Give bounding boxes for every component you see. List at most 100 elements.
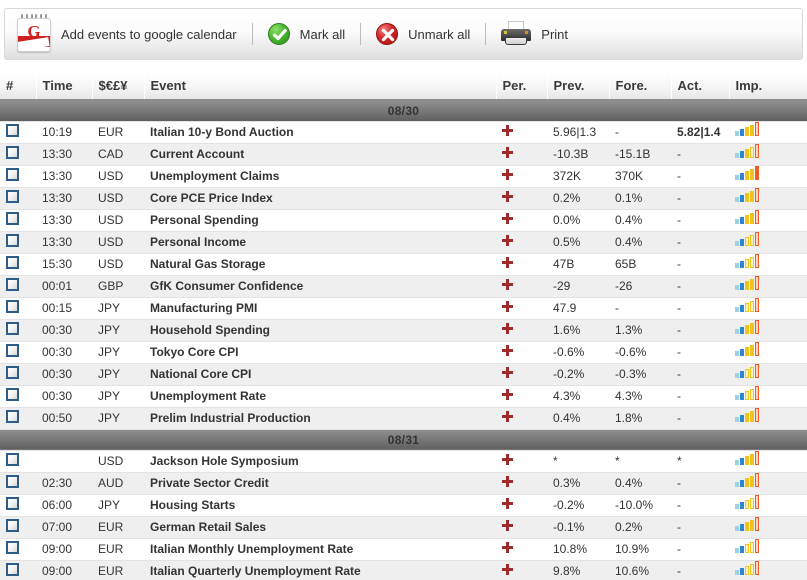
row-checkbox-cell[interactable]	[0, 450, 36, 473]
row-importance[interactable]	[729, 538, 807, 561]
row-checkbox[interactable]	[6, 410, 19, 423]
row-checkbox-cell[interactable]	[0, 560, 36, 580]
row-checkbox[interactable]	[6, 519, 19, 532]
plus-icon[interactable]	[502, 235, 513, 246]
row-checkbox-cell[interactable]	[0, 231, 36, 254]
header-currency[interactable]: $€£¥	[92, 72, 145, 101]
row-expand-cell[interactable]	[496, 516, 547, 539]
plus-icon[interactable]	[502, 345, 513, 356]
table-row[interactable]: 13:30 USD Core PCE Price Index 0.2% 0.1% -	[0, 187, 807, 210]
table-row[interactable]: 07:00 EUR German Retail Sales -0.1% 0.2% -	[0, 516, 807, 539]
row-event-name[interactable]: Natural Gas Storage	[144, 253, 496, 276]
row-checkbox-cell[interactable]	[0, 275, 36, 298]
row-event-name[interactable]: German Retail Sales	[144, 516, 496, 539]
header-act[interactable]: Act.	[671, 72, 730, 101]
table-row[interactable]: 13:30 USD Unemployment Claims 372K 370K -	[0, 165, 807, 188]
importance-indicator[interactable]	[735, 407, 760, 422]
row-expand-cell[interactable]	[496, 231, 547, 254]
row-checkbox-cell[interactable]	[0, 472, 36, 495]
row-expand-cell[interactable]	[496, 385, 547, 408]
header-imp[interactable]: Imp.	[729, 72, 807, 101]
row-checkbox[interactable]	[6, 190, 19, 203]
importance-indicator[interactable]	[735, 297, 760, 312]
table-row[interactable]: 13:30 CAD Current Account -10.3B -15.1B -	[0, 143, 807, 166]
row-expand-cell[interactable]	[496, 165, 547, 188]
row-checkbox-cell[interactable]	[0, 538, 36, 561]
row-event-name[interactable]: Household Spending	[144, 319, 496, 342]
row-importance[interactable]	[729, 187, 807, 210]
row-expand-cell[interactable]	[496, 472, 547, 495]
importance-indicator[interactable]	[735, 538, 760, 553]
row-expand-cell[interactable]	[496, 187, 547, 210]
plus-icon[interactable]	[502, 367, 513, 378]
row-checkbox[interactable]	[6, 453, 19, 466]
table-row[interactable]: 09:00 EUR Italian Monthly Unemployment Rat…	[0, 538, 807, 561]
row-importance[interactable]	[729, 209, 807, 232]
row-event-name[interactable]: Housing Starts	[144, 494, 496, 517]
importance-indicator[interactable]	[735, 231, 760, 246]
row-checkbox-cell[interactable]	[0, 297, 36, 320]
mark-all-button[interactable]: Mark all	[262, 9, 352, 59]
row-expand-cell[interactable]	[496, 319, 547, 342]
row-importance[interactable]	[729, 385, 807, 408]
row-checkbox[interactable]	[6, 563, 19, 576]
importance-indicator[interactable]	[735, 187, 760, 202]
row-checkbox[interactable]	[6, 322, 19, 335]
unmark-all-button[interactable]: Unmark all	[370, 9, 476, 59]
row-event-name[interactable]: Jackson Hole Symposium	[144, 450, 496, 473]
table-row[interactable]: 13:30 USD Personal Income 0.5% 0.4% -	[0, 231, 807, 254]
plus-icon[interactable]	[502, 279, 513, 290]
row-event-name[interactable]: Prelim Industrial Production	[144, 407, 496, 430]
row-importance[interactable]	[729, 297, 807, 320]
row-expand-cell[interactable]	[496, 143, 547, 166]
table-row[interactable]: 06:00 JPY Housing Starts -0.2% -10.0% -	[0, 494, 807, 517]
row-checkbox-cell[interactable]	[0, 143, 36, 166]
row-importance[interactable]	[729, 165, 807, 188]
table-row[interactable]: 09:00 EUR Italian Quarterly Unemployment R…	[0, 560, 807, 580]
plus-icon[interactable]	[502, 520, 513, 531]
row-expand-cell[interactable]	[496, 363, 547, 386]
row-expand-cell[interactable]	[496, 209, 547, 232]
plus-icon[interactable]	[502, 301, 513, 312]
importance-indicator[interactable]	[735, 143, 760, 158]
importance-indicator[interactable]	[735, 385, 760, 400]
table-row[interactable]: 02:30 AUD Private Sector Credit 0.3% 0.4% -	[0, 472, 807, 495]
print-button[interactable]: Print	[495, 9, 574, 59]
row-checkbox[interactable]	[6, 124, 19, 137]
row-importance[interactable]	[729, 472, 807, 495]
row-checkbox[interactable]	[6, 366, 19, 379]
importance-indicator[interactable]	[735, 472, 760, 487]
table-row[interactable]: 00:30 JPY Household Spending 1.6% 1.3% -	[0, 319, 807, 342]
row-checkbox[interactable]	[6, 146, 19, 159]
table-row[interactable]: 15:30 USD Natural Gas Storage 47B 65B -	[0, 253, 807, 276]
row-importance[interactable]	[729, 341, 807, 364]
row-checkbox[interactable]	[6, 168, 19, 181]
importance-indicator[interactable]	[735, 319, 760, 334]
table-row[interactable]: USD Jackson Hole Symposium * * *	[0, 450, 807, 473]
row-checkbox-cell[interactable]	[0, 516, 36, 539]
row-importance[interactable]	[729, 231, 807, 254]
importance-indicator[interactable]	[735, 121, 760, 136]
importance-indicator[interactable]	[735, 363, 760, 378]
row-expand-cell[interactable]	[496, 538, 547, 561]
plus-icon[interactable]	[502, 542, 513, 553]
plus-icon[interactable]	[502, 125, 513, 136]
row-checkbox[interactable]	[6, 344, 19, 357]
row-importance[interactable]	[729, 319, 807, 342]
header-per[interactable]: Per.	[496, 72, 548, 101]
row-event-name[interactable]: Personal Spending	[144, 209, 496, 232]
importance-indicator[interactable]	[735, 341, 760, 356]
plus-icon[interactable]	[502, 476, 513, 487]
row-importance[interactable]	[729, 516, 807, 539]
plus-icon[interactable]	[502, 498, 513, 509]
row-checkbox[interactable]	[6, 388, 19, 401]
row-event-name[interactable]: Italian Quarterly Unemployment Rate	[144, 560, 496, 580]
importance-indicator[interactable]	[735, 165, 760, 180]
row-checkbox-cell[interactable]	[0, 165, 36, 188]
row-importance[interactable]	[729, 253, 807, 276]
row-checkbox[interactable]	[6, 278, 19, 291]
table-row[interactable]: 00:30 JPY Unemployment Rate 4.3% 4.3% -	[0, 385, 807, 408]
add-to-google-calendar-button[interactable]: G Add events to google calendar	[11, 9, 243, 59]
row-event-name[interactable]: National Core CPI	[144, 363, 496, 386]
row-checkbox-cell[interactable]	[0, 319, 36, 342]
